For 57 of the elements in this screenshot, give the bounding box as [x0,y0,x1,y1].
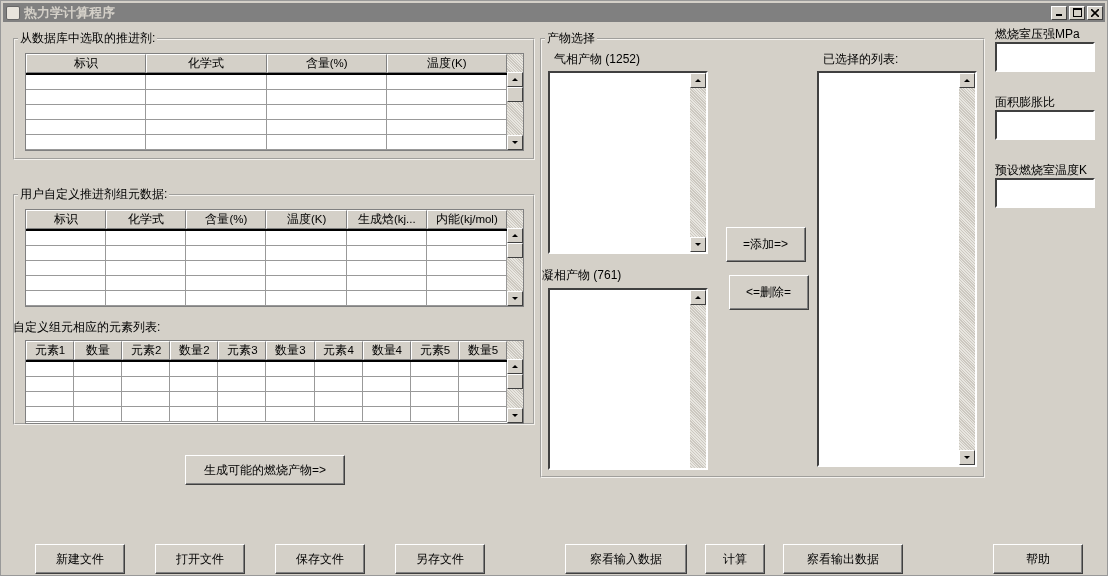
file-button[interactable]: 保存文件 [275,544,365,574]
action-button[interactable]: 察看输入数据 [565,544,687,574]
column-header[interactable]: 元素4 [314,341,363,361]
maximize-button[interactable] [1069,5,1085,20]
minimize-button[interactable] [1051,5,1067,20]
action-button[interactable]: 察看输出数据 [783,544,903,574]
section-label: 自定义组元相应的元素列表: [13,319,162,337]
input-field[interactable] [995,110,1095,140]
column-header[interactable]: 元素3 [218,341,267,361]
column-header[interactable]: 数量 [74,341,123,361]
action-button[interactable]: 计算 [705,544,765,574]
file-button[interactable]: 另存文件 [395,544,485,574]
group-title: 用户自定义推进剂组元数据: [19,186,169,204]
field-label: 预设燃烧室温度K [995,162,1088,178]
scrollbar[interactable] [507,210,523,307]
column-header[interactable]: 元素1 [26,341,75,361]
close-button[interactable] [1087,5,1103,20]
field-label: 面积膨胀比 [995,94,1056,110]
column-header[interactable]: 数量4 [362,341,411,361]
column-header[interactable]: 数量3 [266,341,315,361]
list-box[interactable] [548,71,708,254]
column-header[interactable]: 标识 [26,54,147,73]
list-label: 已选择的列表: [823,50,900,68]
column-header[interactable]: 数量5 [458,341,507,361]
file-button[interactable]: 新建文件 [35,544,125,574]
scrollbar[interactable] [507,341,523,424]
window-title: 热力学计算程序 [24,3,115,22]
list-label: 气相产物 (1252) [553,50,642,68]
scrollbar[interactable] [959,73,975,465]
column-header[interactable]: 内能(kj/mol) [426,210,507,230]
scrollbar[interactable] [690,290,706,468]
input-field[interactable] [995,178,1095,208]
column-header[interactable]: 含量(%) [266,54,387,73]
column-header[interactable]: 化学式 [106,210,187,230]
file-button[interactable]: 打开文件 [155,544,245,574]
field-label: 燃烧室压强MPa [995,26,1081,42]
scrollbar[interactable] [507,54,523,150]
column-header[interactable]: 元素5 [410,341,459,361]
scrollbar[interactable] [690,73,706,252]
column-header[interactable]: 含量(%) [186,210,267,230]
help-button[interactable]: 帮助 [993,544,1083,574]
column-header[interactable]: 化学式 [146,54,267,73]
column-header[interactable]: 标识 [26,210,107,230]
generate-button[interactable]: 生成可能的燃烧产物=> [185,455,345,485]
column-header[interactable]: 数量2 [170,341,219,361]
list-label: 凝相产物 (761) [542,266,623,284]
close-icon [1091,8,1099,17]
remove-button[interactable]: <=删除= [728,275,809,310]
column-header[interactable]: 温度(K) [386,54,507,73]
group-title: 从数据库中选取的推进剂: [19,30,157,47]
list-box[interactable] [548,288,708,470]
group-title: 产物选择 [546,30,596,47]
input-field[interactable] [995,42,1095,72]
column-header[interactable]: 生成焓(kj... [346,210,427,230]
column-header[interactable]: 元素2 [122,341,171,361]
add-button[interactable]: =添加=> [725,227,806,262]
column-header[interactable]: 温度(K) [266,210,347,230]
